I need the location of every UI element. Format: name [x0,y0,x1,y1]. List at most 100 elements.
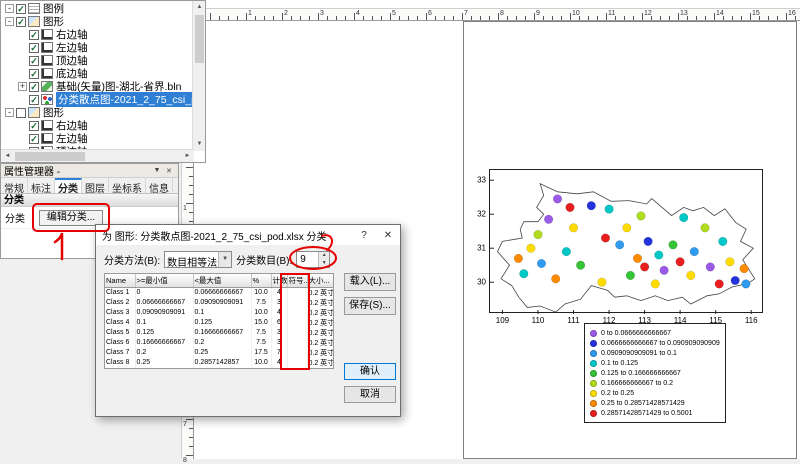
column-header-<最大值[interactable]: <最大值 [193,274,251,287]
column-header-Name[interactable]: Name [105,274,135,287]
tree-item-图形[interactable]: -图形 [2,106,192,119]
ok-button[interactable]: 确认 [344,363,396,380]
cancel-button[interactable]: 取消 [344,386,396,403]
stepper-up-icon[interactable]: ▲ [319,252,329,260]
scroll-left-icon[interactable]: ◄ [1,150,14,163]
cell-symbol[interactable] [287,318,307,328]
cell-symbol[interactable] [287,298,307,308]
plot-page[interactable]: 10911011111211311411511630313233 0 to 0.… [463,21,797,459]
cell-size[interactable]: 0.2 英寸 [307,318,333,328]
cell-min: 0.2 [135,348,193,358]
class-row[interactable]: Class 30.090909090910.110.040.2 英寸 [105,308,333,318]
visibility-checkbox[interactable]: ✓ [29,43,39,53]
visibility-checkbox[interactable]: ✓ [29,56,39,66]
help-icon[interactable]: ? [352,230,376,241]
class-row[interactable]: Class 40.10.12515.060.2 英寸 [105,318,333,328]
visibility-checkbox[interactable]: ✓ [29,134,39,144]
column-header-大小...[interactable]: 大小... [307,274,333,287]
save-button[interactable]: 保存(S)... [344,297,396,315]
map-legend[interactable]: 0 to 0.06666666666670.0666666666667 to 0… [584,323,726,423]
class-row[interactable]: Class 70.20.2517.570.2 英寸 [105,348,333,358]
scatter-point [553,195,562,204]
expand-toggle-icon[interactable]: - [5,17,14,26]
visibility-checkbox[interactable]: ✓ [29,30,39,40]
cell-symbol[interactable] [287,287,307,298]
class-row[interactable]: Class 80.250.285714285710.040.2 英寸 [105,358,333,368]
ruler-tick [471,16,472,20]
column-header-%[interactable]: % [251,274,271,287]
class-row[interactable]: Class 60.166666666670.27.530.2 英寸 [105,338,333,348]
visibility-checkbox[interactable]: ✓ [29,121,39,131]
class-row[interactable]: Class 90.28571428570.500112.550.2 英寸 [105,368,333,370]
class-row[interactable]: Class 20.066666666670.090909090917.530.2… [105,298,333,308]
visibility-checkbox[interactable] [16,108,26,118]
visibility-checkbox[interactable]: ✓ [29,95,39,105]
map-frame[interactable]: 10911011111211311411511630313233 [489,169,763,313]
cell-symbol[interactable] [287,328,307,338]
cell-size[interactable]: 0.2 英寸 [307,287,333,298]
dialog-titlebar[interactable]: 为 图形: 分类散点图-2021_2_75_csi_pod.xlsx 分类 ? … [96,225,400,245]
stepper-arrows[interactable]: ▲ ▼ [318,252,329,267]
tree-item-分类散点图-2021_2_75_csi_pod.xlsx[interactable]: ✓分类散点图-2021_2_75_csi_pod.xlsx [2,93,192,106]
tab-图层[interactable]: 图层 [82,178,109,193]
close-icon[interactable]: ✕ [376,230,400,241]
expand-toggle-icon[interactable]: + [18,82,27,91]
scroll-up-icon[interactable]: ▲ [193,1,206,14]
tab-坐标系[interactable]: 坐标系 [109,178,146,193]
scroll-thumb[interactable] [195,15,204,63]
tree-item-顶边轴[interactable]: ✓顶边轴 [2,54,192,67]
tab-标注[interactable]: 标注 [28,178,55,193]
property-manager-titlebar[interactable]: 属性管理器 - ▼ ✕ [1,164,178,178]
class-row[interactable]: Class 100.0666666666710.040.2 英寸 [105,287,333,298]
visibility-checkbox[interactable]: ✓ [29,82,39,92]
visibility-checkbox[interactable]: ✓ [16,17,26,27]
axis-icon [41,68,53,79]
cell-symbol[interactable] [287,368,307,370]
scroll-thumb[interactable] [15,152,85,161]
cell-size[interactable]: 0.2 英寸 [307,348,333,358]
tree-item-右边轴[interactable]: ✓右边轴 [2,119,192,132]
tab-分类[interactable]: 分类 [55,178,82,193]
panel-close-icon[interactable]: ✕ [163,167,175,175]
tree-item-图形[interactable]: -✓图形 [2,15,192,28]
cell-size[interactable]: 0.2 英寸 [307,368,333,370]
scroll-down-icon[interactable]: ▼ [193,138,206,151]
cell-size[interactable]: 0.2 英寸 [307,358,333,368]
cell-size[interactable]: 0.2 英寸 [307,328,333,338]
expand-toggle-icon[interactable]: - [5,4,14,13]
tree-item-左边轴[interactable]: ✓左边轴 [2,41,192,54]
tree-vertical-scrollbar[interactable]: ▲ ▼ [192,1,205,151]
tree-item-右边轴[interactable]: ✓右边轴 [2,28,192,41]
edit-classes-button[interactable]: 编辑分类... [39,210,103,226]
tree-horizontal-scrollbar[interactable]: ◄ ► [1,149,194,162]
classes-table[interactable]: Name>=最小值<最大值%计数符号...大小... Class 100.066… [104,273,334,369]
scroll-right-icon[interactable]: ► [181,150,194,163]
tree-item-左边轴[interactable]: ✓左边轴 [2,132,192,145]
visibility-checkbox[interactable]: ✓ [16,4,26,14]
cell-symbol[interactable] [287,348,307,358]
panel-menu-icon[interactable]: ▼ [151,167,163,174]
tree-item-图例[interactable]: -✓图例 [2,2,192,15]
chevron-down-icon[interactable]: ▼ [218,252,231,267]
cell-symbol[interactable] [287,308,307,318]
cell-symbol[interactable] [287,358,307,368]
expand-toggle-icon[interactable]: - [5,108,14,117]
cell-size[interactable]: 0.2 英寸 [307,298,333,308]
load-button[interactable]: 载入(L)... [344,273,396,291]
class-row[interactable]: Class 50.1250.166666666677.530.2 英寸 [105,328,333,338]
class-count-stepper[interactable]: 9 ▲ ▼ [296,251,330,268]
cell-min: 0.2857142857 [135,368,193,370]
ruler-tick [543,16,544,20]
column-header-计数[interactable]: 计数 [271,274,287,287]
column-header->=最小值[interactable]: >=最小值 [135,274,193,287]
binning-method-select[interactable]: 数目相等法 ▼ [164,251,232,268]
ruler-tick [669,16,670,20]
tab-信息[interactable]: 信息 [146,178,173,193]
cell-size[interactable]: 0.2 英寸 [307,338,333,348]
cell-symbol[interactable] [287,338,307,348]
tab-常规[interactable]: 常规 [1,178,28,193]
cell-size[interactable]: 0.2 英寸 [307,308,333,318]
column-header-符号...[interactable]: 符号... [287,274,307,287]
stepper-down-icon[interactable]: ▼ [319,260,329,268]
visibility-checkbox[interactable]: ✓ [29,69,39,79]
